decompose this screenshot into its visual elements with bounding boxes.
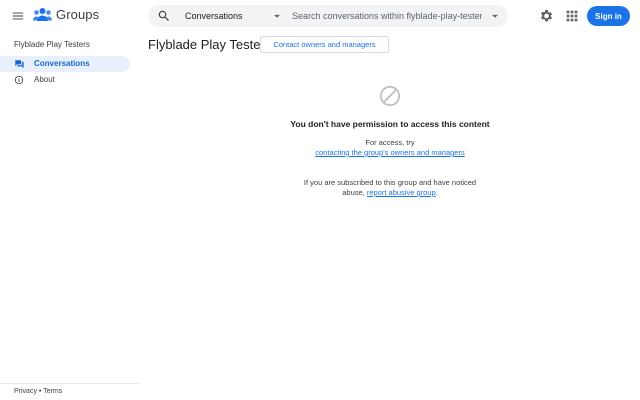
sidebar-item-label: About xyxy=(34,75,55,84)
main-menu-button[interactable] xyxy=(9,7,27,25)
conversations-icon xyxy=(15,60,24,69)
hamburger-menu-icon xyxy=(12,12,24,20)
page-title: Flyblade Play Testers xyxy=(148,37,272,52)
privacy-link[interactable]: Privacy xyxy=(14,388,37,395)
contact-owners-button[interactable]: Contact owners and managers xyxy=(260,36,389,53)
top-bar: Groups Conversations Sign in xyxy=(0,0,640,32)
google-apps-grid-icon[interactable] xyxy=(564,8,580,24)
blocked-icon xyxy=(379,85,401,107)
sidebar: Flyblade Play Testers Conversations Abou… xyxy=(0,32,140,400)
search-icon[interactable] xyxy=(157,9,171,23)
search-input[interactable] xyxy=(292,8,482,24)
access-prefix: For access, try xyxy=(365,138,415,147)
info-icon xyxy=(14,75,24,85)
settings-gear-icon[interactable] xyxy=(538,8,554,24)
groups-logo-icon xyxy=(33,8,52,21)
report-abusive-group-link[interactable]: report abusive group xyxy=(367,188,436,197)
sidebar-footer: Privacy • Terms xyxy=(0,383,140,395)
search-scope-select[interactable]: Conversations xyxy=(185,8,291,24)
access-message: For access, try contacting the group's o… xyxy=(310,138,470,158)
groups-logo[interactable]: Groups xyxy=(33,7,99,22)
sidebar-item-label: Conversations xyxy=(34,59,90,68)
terms-link[interactable]: Terms xyxy=(43,388,62,395)
search-options-caret-icon[interactable] xyxy=(488,9,502,23)
sidebar-item-about[interactable]: About xyxy=(0,72,130,88)
footer-links: Privacy • Terms xyxy=(14,388,62,395)
sidebar-item-conversations[interactable]: Conversations xyxy=(0,56,130,72)
contact-owners-link[interactable]: contacting the group's owners and manage… xyxy=(315,148,464,157)
abuse-suffix: . xyxy=(435,188,438,197)
sidebar-group-name: Flyblade Play Testers xyxy=(14,40,90,49)
app-name: Groups xyxy=(56,7,100,22)
search-bar: Conversations xyxy=(148,5,508,27)
abuse-message: If you are subscribed to this group and … xyxy=(300,178,480,198)
search-scope-label: Conversations xyxy=(185,11,243,21)
no-permission-heading: You don't have permission to access this… xyxy=(290,119,490,129)
caret-down-icon xyxy=(274,14,280,18)
sign-in-button[interactable]: Sign in xyxy=(587,6,630,26)
